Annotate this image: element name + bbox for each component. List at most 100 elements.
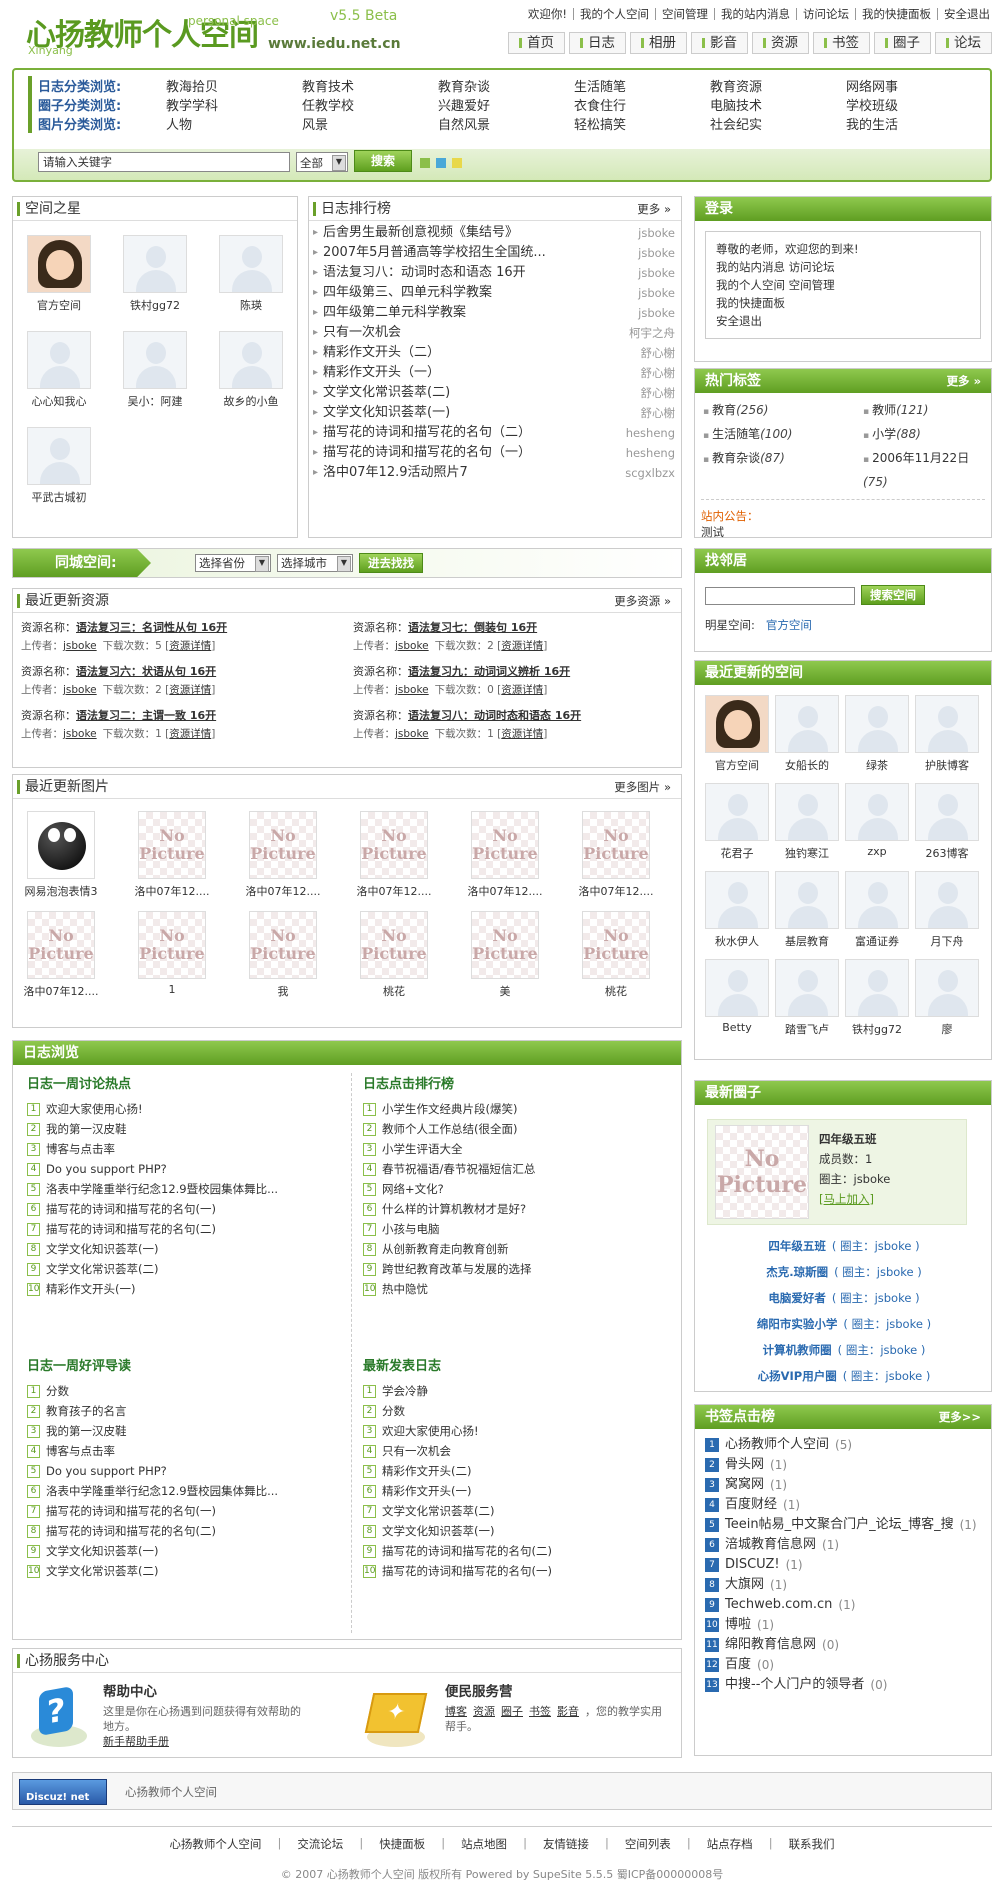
ranking-title[interactable]: 四年级第二单元科学教案: [323, 303, 466, 323]
more-link[interactable]: 更多 »: [637, 197, 671, 221]
ranking-author[interactable]: jsboke: [638, 303, 675, 323]
top-link[interactable]: 我的站内消息: [715, 8, 797, 20]
blog-title[interactable]: 文学文化知识荟萃(一): [46, 1239, 158, 1259]
group-list-item[interactable]: 心扬VIP用户圈 ( 圈主：jsboke ): [695, 1363, 993, 1389]
blog-list-item[interactable]: 5 精彩作文开头(二): [363, 1461, 673, 1481]
resource-detail-link[interactable]: 资源详情: [501, 728, 543, 740]
space-avatar[interactable]: 官方空间: [705, 695, 769, 773]
nav-tab[interactable]: 资源: [752, 32, 809, 54]
blog-title[interactable]: 精彩作文开头(一): [46, 1279, 135, 1299]
tag-item[interactable]: ▪ 小学(88): [863, 423, 993, 447]
avatar-name[interactable]: 平武古城初: [32, 489, 87, 505]
blog-title[interactable]: Do you support PHP?: [46, 1461, 167, 1481]
ranking-title[interactable]: 后舍男生最新创意视频《集结号》: [323, 223, 518, 243]
tag-name[interactable]: 教育: [712, 403, 736, 417]
nav-tab[interactable]: 论坛: [935, 32, 992, 54]
ranking-author[interactable]: jsboke: [638, 243, 675, 263]
resource-name[interactable]: 语法复习八：动词时态和语态 16开: [408, 709, 581, 722]
blog-title[interactable]: 文学文化知识荟萃(一): [46, 1541, 158, 1561]
blog-title[interactable]: 教育孩子的名言: [46, 1401, 127, 1421]
nav-tab[interactable]: 日志: [569, 32, 626, 54]
blog-title[interactable]: 热中隐忧: [382, 1279, 428, 1299]
resource-uploader[interactable]: jsboke: [63, 728, 97, 740]
resource-uploader[interactable]: jsboke: [63, 640, 97, 652]
ranking-item[interactable]: 后舍男生最新创意视频《集结号》 jsboke: [309, 223, 681, 243]
bookmark-item[interactable]: 1 心扬教师个人空间 (5): [705, 1435, 991, 1455]
group-list-name[interactable]: 电脑爱好者: [768, 1291, 826, 1305]
nav-tab[interactable]: 书签: [813, 32, 870, 54]
category-link[interactable]: 学校班级: [846, 95, 982, 114]
blog-title[interactable]: 小学生作文经典片段(爆笑): [382, 1099, 517, 1119]
bookmark-title[interactable]: 绵阳教育信息网: [725, 1635, 816, 1655]
ranking-title[interactable]: 语法复习八：动词时态和语态 16开: [323, 263, 526, 283]
top-link[interactable]: 空间管理: [656, 8, 715, 20]
footer-link[interactable]: 空间列表: [625, 1836, 671, 1852]
category-link[interactable]: 任教学校: [302, 95, 438, 114]
blog-list-item[interactable]: 8 描写花的诗词和描写花的名句(二): [27, 1521, 337, 1541]
blog-title[interactable]: 精彩作文开头(二): [382, 1461, 471, 1481]
blog-title[interactable]: 我的第一汉皮鞋: [46, 1421, 127, 1441]
blog-title[interactable]: 描写花的诗词和描写花的名句(一): [382, 1561, 552, 1581]
resource-name[interactable]: 语法复习九：动词词义辨析 16开: [408, 665, 570, 678]
blog-list-item[interactable]: 1 欢迎大家使用心扬!: [27, 1099, 337, 1119]
top-link[interactable]: 欢迎你!: [522, 8, 574, 20]
no-picture-image[interactable]: No Picture: [471, 811, 539, 879]
convenience-link[interactable]: 书签: [529, 1705, 551, 1718]
tag-item[interactable]: ▪ 生活随笔(100): [703, 423, 863, 447]
blog-title[interactable]: 小学生评语大全: [382, 1139, 463, 1159]
login-line[interactable]: 安全退出: [716, 312, 970, 330]
blog-title[interactable]: 描写花的诗词和描写花的名句(一): [46, 1199, 216, 1219]
space-avatar[interactable]: 秋水伊人: [705, 871, 769, 949]
space-avatar[interactable]: 官方空间: [27, 235, 91, 313]
avatar-name[interactable]: 富通证券: [855, 933, 899, 949]
avatar-name[interactable]: 心心知我心: [32, 393, 87, 409]
blog-list-item[interactable]: 1 小学生作文经典片段(爆笑): [363, 1099, 673, 1119]
avatar-image[interactable]: [219, 331, 283, 389]
blog-title[interactable]: 欢迎大家使用心扬!: [382, 1421, 479, 1441]
ranking-title[interactable]: 精彩作文开头（一）: [323, 363, 440, 383]
avatar-image[interactable]: [915, 959, 979, 1017]
no-picture-image[interactable]: No Picture: [582, 911, 650, 979]
resource-name[interactable]: 语法复习三：名词性从句 16开: [76, 621, 227, 634]
login-line[interactable]: 我的站内消息 访问论坛: [716, 258, 970, 276]
avatar-image[interactable]: [845, 959, 909, 1017]
avatar-name[interactable]: 花君子: [721, 845, 754, 861]
avatar-name[interactable]: 陈瑛: [240, 297, 262, 313]
blog-list-item[interactable]: 2 分数: [363, 1401, 673, 1421]
star-space-link[interactable]: 官方空间: [766, 618, 812, 632]
discuz-badge[interactable]: Discuz! net: [19, 1779, 107, 1805]
newbie-manual-link[interactable]: 新手帮助手册: [103, 1734, 303, 1749]
ranking-author[interactable]: 舒心榭: [641, 363, 676, 383]
neighbor-search-input[interactable]: [705, 587, 855, 605]
top-link[interactable]: 我的个人空间: [574, 8, 656, 20]
blog-list-item[interactable]: 10 精彩作文开头(一): [27, 1279, 337, 1299]
blog-title[interactable]: 什么样的计算机教材才是好?: [382, 1199, 526, 1219]
search-space-button[interactable]: 搜索空间: [861, 585, 925, 605]
group-list-name[interactable]: 绵阳市实验小学: [757, 1317, 838, 1331]
bookmark-title[interactable]: Teein帖易_中文聚合门户_论坛_博客_搜: [725, 1515, 954, 1535]
space-avatar[interactable]: 陈瑛: [219, 235, 283, 313]
category-link[interactable]: 自然风景: [438, 114, 574, 133]
picture-caption[interactable]: 洛中07年12....: [579, 883, 654, 899]
ranking-item[interactable]: 2007年5月普通高等学校招生全国统... jsboke: [309, 243, 681, 263]
space-avatar[interactable]: 心心知我心: [27, 331, 91, 409]
avatar-name[interactable]: 女船长的: [785, 757, 829, 773]
bookmark-item[interactable]: 3 窝窝网 (1): [705, 1475, 991, 1495]
resource-name[interactable]: 语法复习六：状语从句 16开: [76, 665, 216, 678]
ranking-title[interactable]: 描写花的诗词和描写花的名句（二）: [323, 423, 531, 443]
no-picture-image[interactable]: No Picture: [360, 811, 428, 879]
more-link[interactable]: 更多>>: [939, 1405, 981, 1429]
avatar-image[interactable]: [775, 959, 839, 1017]
group-list-owner[interactable]: ( 圈主：jsboke ): [832, 1291, 920, 1305]
ranking-item[interactable]: 描写花的诗词和描写花的名句（一） hesheng: [309, 443, 681, 463]
blog-list-item[interactable]: 4 博客与点击率: [27, 1441, 337, 1461]
space-avatar[interactable]: 女船长的: [775, 695, 839, 773]
no-picture-image[interactable]: No Picture: [249, 811, 317, 879]
resource-detail-link[interactable]: 资源详情: [169, 640, 211, 652]
group-list-owner[interactable]: ( 圈主：jsboke ): [834, 1265, 922, 1279]
picture-item[interactable]: No Picture 1: [138, 911, 206, 999]
avatar-image[interactable]: [775, 871, 839, 929]
join-group-link[interactable]: [马上加入]: [819, 1189, 890, 1209]
ranking-item[interactable]: 语法复习八：动词时态和语态 16开 jsboke: [309, 263, 681, 283]
login-line[interactable]: 我的快捷面板: [716, 294, 970, 312]
